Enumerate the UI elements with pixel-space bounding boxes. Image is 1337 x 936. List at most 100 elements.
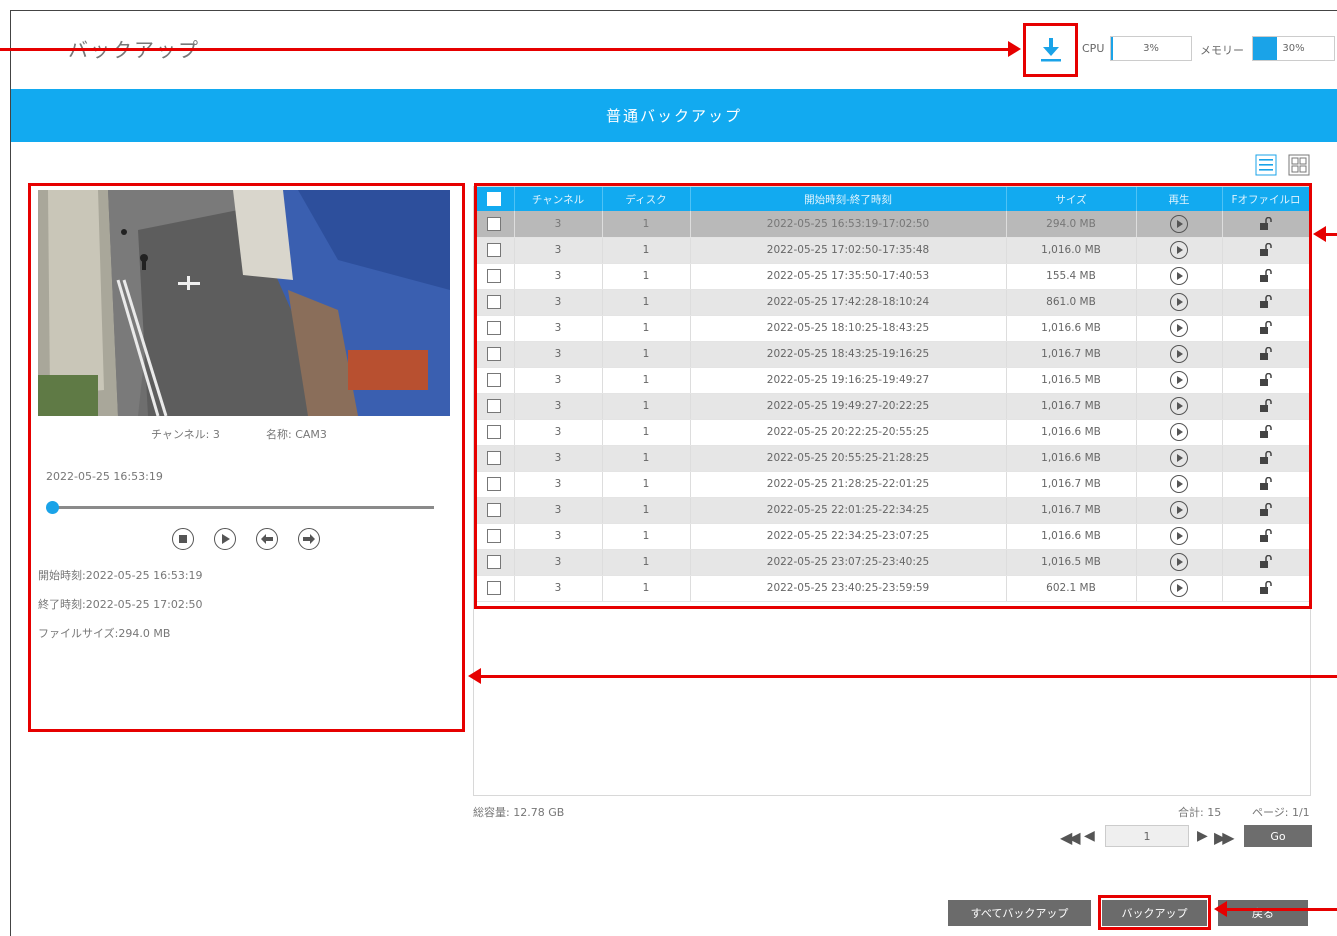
table-row[interactable]: 3 1 2022-05-25 19:16:25-19:49:27 1,016.5 MB xyxy=(474,367,1311,394)
cell-lock[interactable] xyxy=(1222,367,1311,394)
unlock-icon[interactable] xyxy=(1259,216,1273,231)
row-checkbox[interactable] xyxy=(486,347,501,361)
cell-select[interactable] xyxy=(474,393,515,420)
cell-lock[interactable] xyxy=(1222,419,1311,446)
cell-select[interactable] xyxy=(474,471,515,498)
row-checkbox[interactable] xyxy=(486,581,501,595)
cell-select[interactable] xyxy=(474,341,515,368)
cell-lock[interactable] xyxy=(1222,497,1311,524)
unlock-icon[interactable] xyxy=(1259,477,1273,491)
go-button[interactable]: Go xyxy=(1244,825,1312,847)
unlock-icon[interactable] xyxy=(1259,425,1273,439)
cell-select[interactable] xyxy=(474,497,515,524)
row-checkbox[interactable] xyxy=(486,425,501,439)
cell-play[interactable] xyxy=(1136,575,1223,602)
cell-play[interactable] xyxy=(1136,367,1223,394)
cell-select[interactable] xyxy=(474,315,515,342)
unlock-icon[interactable] xyxy=(1259,269,1273,283)
cell-lock[interactable] xyxy=(1222,315,1311,342)
next-page-button[interactable]: ▶ xyxy=(1197,828,1208,844)
play-icon[interactable] xyxy=(1170,319,1188,337)
unlock-icon[interactable] xyxy=(1259,503,1273,517)
table-row[interactable]: 3 1 2022-05-25 18:10:25-18:43:25 1,016.6 MB xyxy=(474,315,1311,342)
cell-play[interactable] xyxy=(1136,523,1223,550)
page-number-input[interactable] xyxy=(1105,825,1189,847)
play-icon[interactable] xyxy=(1170,553,1188,571)
play-icon[interactable] xyxy=(1170,214,1188,233)
cell-lock[interactable] xyxy=(1222,289,1311,316)
play-icon[interactable] xyxy=(1170,423,1188,441)
cell-play[interactable] xyxy=(1136,341,1223,368)
cell-play[interactable] xyxy=(1136,263,1223,290)
play-icon[interactable] xyxy=(1170,241,1188,259)
playback-slider-track[interactable] xyxy=(52,506,434,509)
download-button[interactable] xyxy=(1030,30,1072,68)
unlock-icon[interactable] xyxy=(1259,399,1273,413)
cell-lock[interactable] xyxy=(1222,393,1311,420)
cell-select[interactable] xyxy=(474,367,515,394)
first-page-button[interactable]: ◀◀ xyxy=(1060,828,1081,847)
play-icon[interactable] xyxy=(1170,449,1188,467)
table-row[interactable]: 3 1 2022-05-25 22:01:25-22:34:25 1,016.7 MB xyxy=(474,497,1311,524)
row-checkbox[interactable] xyxy=(486,295,501,309)
play-icon[interactable] xyxy=(1170,267,1188,285)
list-view-button[interactable] xyxy=(1255,154,1277,176)
select-all-checkbox[interactable] xyxy=(486,192,501,206)
cell-lock[interactable] xyxy=(1222,575,1311,602)
cell-play[interactable] xyxy=(1136,471,1223,498)
cell-lock[interactable] xyxy=(1222,211,1311,238)
cell-select[interactable] xyxy=(474,445,515,472)
row-checkbox[interactable] xyxy=(486,321,501,335)
cell-select[interactable] xyxy=(474,523,515,550)
cell-play[interactable] xyxy=(1136,237,1223,264)
cell-select[interactable] xyxy=(474,575,515,602)
cell-play[interactable] xyxy=(1136,549,1223,576)
stop-button[interactable] xyxy=(172,528,194,550)
play-icon[interactable] xyxy=(1170,345,1188,363)
play-icon[interactable] xyxy=(1170,475,1188,493)
row-checkbox[interactable] xyxy=(486,216,501,231)
table-row[interactable]: 3 1 2022-05-25 18:43:25-19:16:25 1,016.7 MB xyxy=(474,341,1311,368)
grid-view-button[interactable] xyxy=(1288,154,1310,176)
row-checkbox[interactable] xyxy=(486,451,501,465)
unlock-icon[interactable] xyxy=(1259,373,1273,387)
play-icon[interactable] xyxy=(1170,579,1188,597)
cell-select[interactable] xyxy=(474,549,515,576)
table-row[interactable]: 3 1 2022-05-25 17:02:50-17:35:48 1,016.0 MB xyxy=(474,237,1311,264)
unlock-icon[interactable] xyxy=(1259,555,1273,569)
table-row[interactable]: 3 1 2022-05-25 20:55:25-21:28:25 1,016.6 MB xyxy=(474,445,1311,472)
last-page-button[interactable]: ▶▶ xyxy=(1214,828,1235,847)
cell-play[interactable] xyxy=(1136,419,1223,446)
table-row[interactable]: 3 1 2022-05-25 22:34:25-23:07:25 1,016.6 MB xyxy=(474,523,1311,550)
play-icon[interactable] xyxy=(1170,371,1188,389)
table-row[interactable]: 3 1 2022-05-25 16:53:19-17:02:50 294.0 MB xyxy=(474,211,1311,238)
play-icon[interactable] xyxy=(1170,501,1188,519)
row-checkbox[interactable] xyxy=(486,477,501,491)
row-checkbox[interactable] xyxy=(486,399,501,413)
play-icon[interactable] xyxy=(1170,527,1188,545)
cell-play[interactable] xyxy=(1136,211,1223,238)
previous-button[interactable] xyxy=(256,528,278,550)
row-checkbox[interactable] xyxy=(486,503,501,517)
cell-select[interactable] xyxy=(474,289,515,316)
playback-slider-knob[interactable] xyxy=(46,501,59,514)
cell-lock[interactable] xyxy=(1222,237,1311,264)
unlock-icon[interactable] xyxy=(1259,295,1273,309)
table-row[interactable]: 3 1 2022-05-25 21:28:25-22:01:25 1,016.7 MB xyxy=(474,471,1311,498)
table-row[interactable]: 3 1 2022-05-25 17:42:28-18:10:24 861.0 MB xyxy=(474,289,1311,316)
unlock-icon[interactable] xyxy=(1259,529,1273,543)
cell-lock[interactable] xyxy=(1222,445,1311,472)
next-button[interactable] xyxy=(298,528,320,550)
row-checkbox[interactable] xyxy=(486,373,501,387)
table-row[interactable]: 3 1 2022-05-25 17:35:50-17:40:53 155.4 MB xyxy=(474,263,1311,290)
cell-lock[interactable] xyxy=(1222,523,1311,550)
play-button[interactable] xyxy=(214,528,236,550)
row-checkbox[interactable] xyxy=(486,243,501,257)
cell-select[interactable] xyxy=(474,211,515,238)
unlock-icon[interactable] xyxy=(1259,243,1273,257)
play-icon[interactable] xyxy=(1170,397,1188,415)
cell-lock[interactable] xyxy=(1222,471,1311,498)
cell-select[interactable] xyxy=(474,419,515,446)
cell-play[interactable] xyxy=(1136,445,1223,472)
cell-lock[interactable] xyxy=(1222,263,1311,290)
